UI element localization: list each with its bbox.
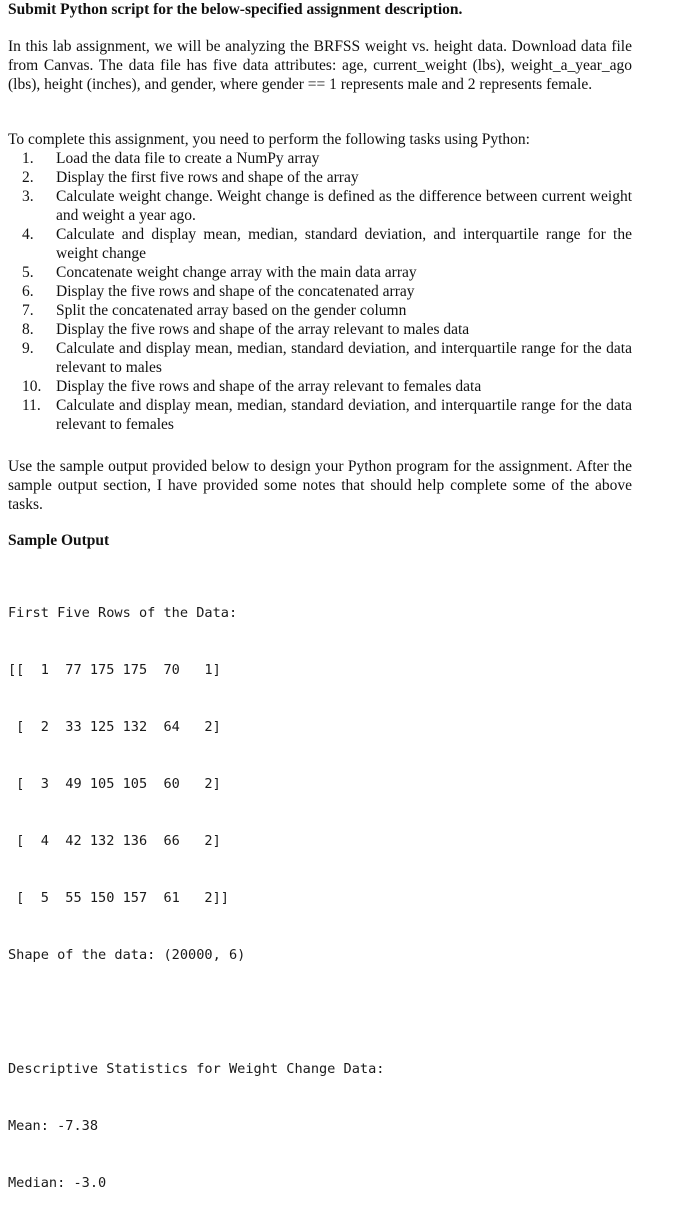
stats-header-line: Descriptive Statistics for Weight Change…	[8, 1061, 385, 1077]
task-text: Concatenate weight change array with the…	[56, 264, 417, 281]
task-number: 1.	[22, 150, 34, 167]
data-row: [ 2 33 125 132 64 2]	[8, 719, 221, 735]
task-text: Display the five rows and shape of the a…	[56, 378, 482, 395]
task-item: 1. Load the data file to create a NumPy a…	[22, 149, 632, 168]
task-text: Calculate and display mean, median, stan…	[56, 340, 632, 376]
median-line: Median: -3.0	[8, 1175, 107, 1191]
task-number: 11.	[22, 397, 41, 414]
task-number: 9.	[22, 340, 34, 357]
task-item: 8. Display the five rows and shape of the…	[22, 320, 632, 339]
task-list: 1. Load the data file to create a NumPy a…	[22, 149, 632, 434]
task-item: 11. Calculate and display mean, median, s…	[22, 396, 632, 434]
task-number: 4.	[22, 226, 34, 243]
document-title: Submit Python script for the below-speci…	[8, 1, 463, 18]
task-number: 10.	[22, 378, 42, 395]
sample-note-paragraph: Use the sample output provided below to …	[8, 458, 632, 513]
sample-output-heading: Sample Output	[8, 532, 110, 549]
task-text: Split the concatenated array based on th…	[56, 302, 407, 319]
data-row: [ 3 49 105 105 60 2]	[8, 776, 221, 792]
task-item: 2. Display the first five rows and shape …	[22, 168, 632, 187]
data-header-line: First Five Rows of the Data:	[8, 605, 238, 621]
task-item: 10. Display the five rows and shape of th…	[22, 377, 632, 396]
intro-paragraph: In this lab assignment, we will be analy…	[8, 38, 632, 93]
sample-output-console: First Five Rows of the Data: [[ 1 77 175…	[8, 566, 384, 1231]
tasks-intro: To complete this assignment, you need to…	[8, 131, 530, 148]
task-number: 2.	[22, 169, 34, 186]
task-item: 9. Calculate and display mean, median, st…	[22, 339, 632, 377]
task-number: 3.	[22, 188, 34, 205]
data-row: [[ 1 77 175 175 70 1]	[8, 662, 221, 678]
task-number: 5.	[22, 264, 34, 281]
task-item: 5. Concatenate weight change array with t…	[22, 263, 632, 282]
task-text: Calculate and display mean, median, stan…	[56, 397, 632, 433]
data-row: [ 5 55 150 157 61 2]]	[8, 890, 229, 906]
data-row: [ 4 42 132 136 66 2]	[8, 833, 221, 849]
task-item: 3. Calculate weight change. Weight change…	[22, 187, 632, 225]
task-item: 7. Split the concatenated array based on …	[22, 301, 632, 320]
task-text: Display the five rows and shape of the c…	[56, 283, 415, 300]
task-text: Calculate and display mean, median, stan…	[56, 226, 632, 262]
task-text: Display the first five rows and shape of…	[56, 169, 359, 186]
task-item: 6. Display the five rows and shape of the…	[22, 282, 632, 301]
shape-line: Shape of the data: (20000, 6)	[8, 947, 246, 963]
task-item: 4. Calculate and display mean, median, st…	[22, 225, 632, 263]
task-number: 7.	[22, 302, 34, 319]
task-text: Load the data file to create a NumPy arr…	[56, 150, 320, 167]
mean-line: Mean: -7.38	[8, 1118, 99, 1134]
task-number: 6.	[22, 283, 34, 300]
task-text: Calculate weight change. Weight change i…	[56, 188, 632, 224]
task-text: Display the five rows and shape of the a…	[56, 321, 470, 338]
task-number: 8.	[22, 321, 34, 338]
